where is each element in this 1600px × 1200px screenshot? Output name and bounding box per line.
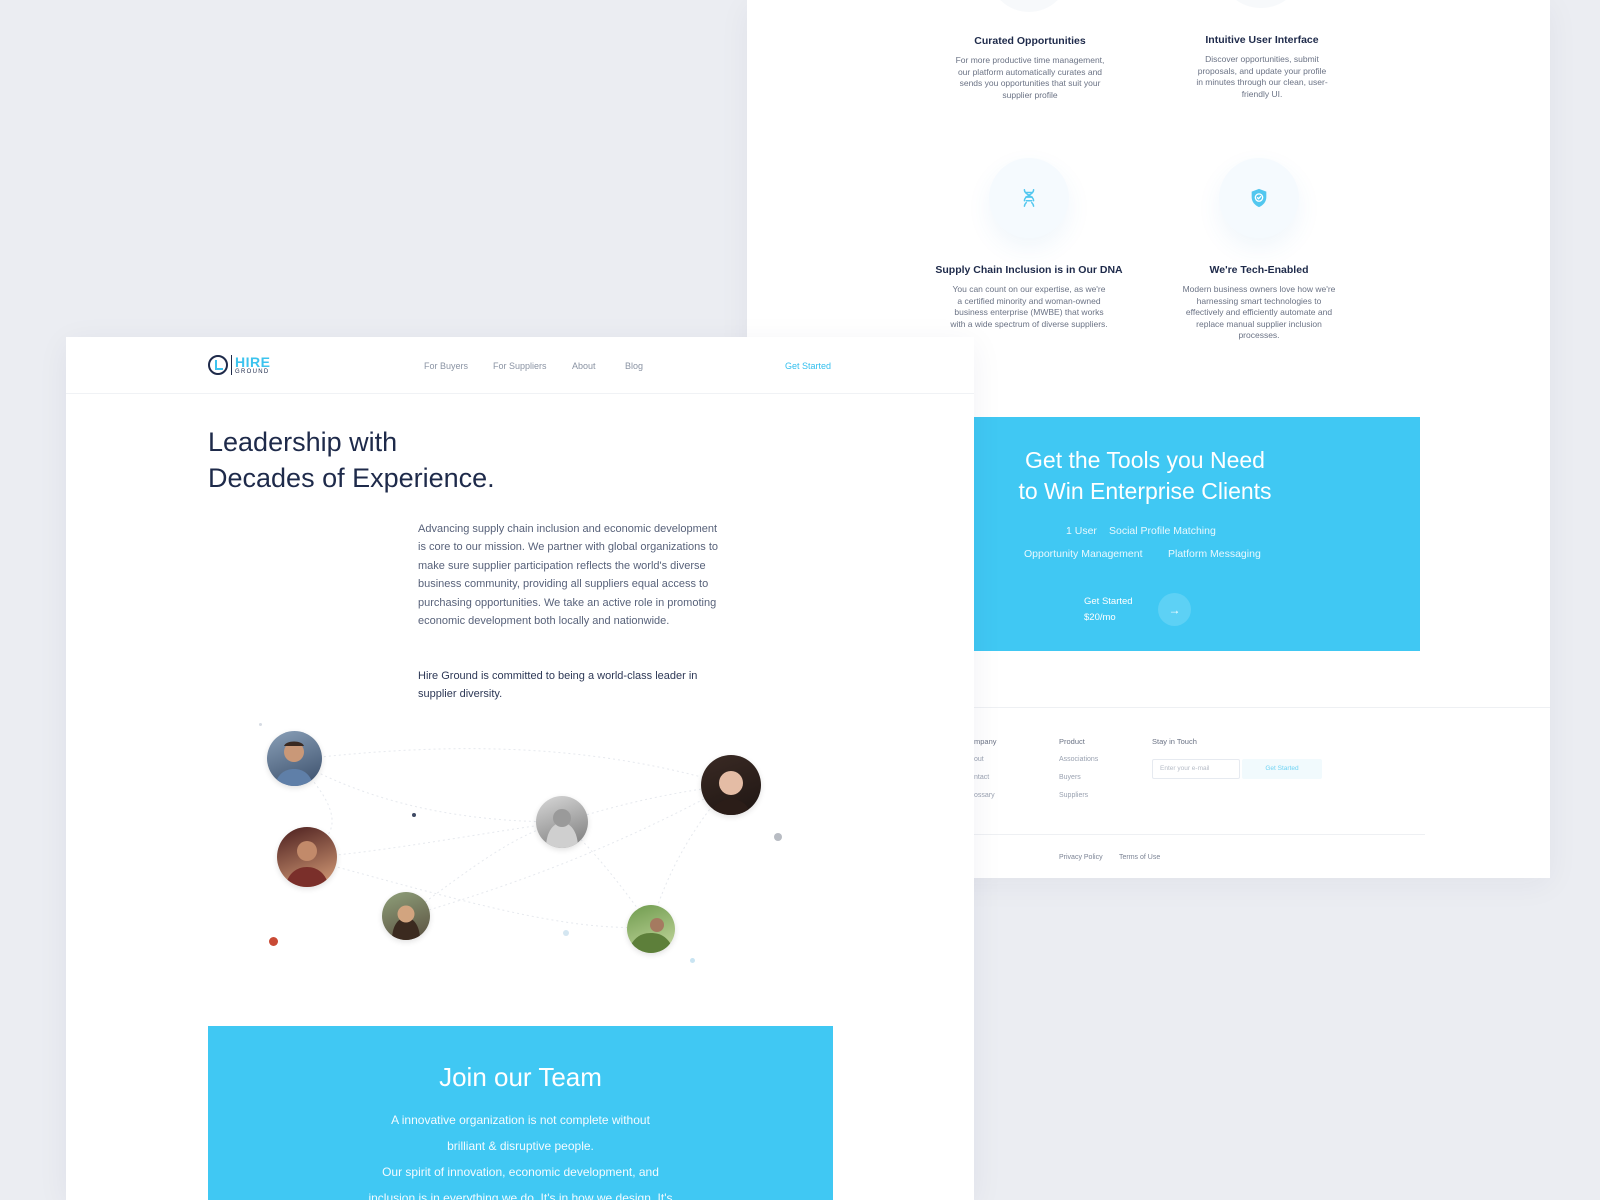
feature-title: Curated Opportunities [974, 35, 1086, 47]
cta-price: $20/mo [1084, 612, 1116, 623]
team-avatar [382, 892, 430, 940]
join-line: A innovative organization is not complet… [391, 1113, 650, 1127]
feature-title: Supply Chain Inclusion is in Our DNA [935, 264, 1123, 276]
cta-feature-item: Social Profile Matching [1109, 525, 1216, 537]
page-title-line: Decades of Experience. [208, 463, 495, 493]
feature-title: We're Tech-Enabled [1209, 264, 1309, 276]
arrow-right-icon[interactable]: → [1158, 593, 1191, 626]
network-node [259, 723, 262, 726]
join-line: brilliant & disruptive people. [447, 1139, 594, 1153]
page-title: Leadership with Decades of Experience. [208, 424, 495, 496]
nav-get-started-button[interactable]: Get Started [785, 361, 831, 371]
cta-feature-item: 1 User [1066, 525, 1097, 537]
feature-supply-chain-dna: Supply Chain Inclusion is in Our DNA You… [929, 158, 1129, 330]
footer-privacy-link[interactable]: Privacy Policy [1059, 854, 1103, 861]
footer-link[interactable]: ntact [974, 774, 989, 781]
join-text: Our spirit of innovation, economic devel… [208, 1159, 833, 1200]
hire-ground-logo[interactable]: HIRE GROUND [208, 355, 270, 375]
team-avatar [627, 905, 675, 953]
network-connections [293, 748, 731, 929]
feature-title: Intuitive User Interface [1205, 34, 1319, 46]
page-title-line: Leadership with [208, 427, 398, 457]
logo-wordmark: HIRE GROUND [235, 355, 270, 375]
shield-check-icon [1219, 158, 1299, 238]
team-network-graphic [66, 702, 974, 963]
team-avatar [267, 731, 322, 786]
join-line: Our spirit of innovation, economic devel… [382, 1165, 659, 1179]
footer-link-buyers[interactable]: Buyers [1059, 774, 1081, 781]
feature-text: Modern business owners love how we're ha… [1182, 284, 1336, 340]
join-title: Join our Team [439, 1062, 602, 1092]
about-commitment-text: Hire Ground is committed to being a worl… [418, 670, 698, 701]
about-body-text: Advancing supply chain inclusion and eco… [418, 523, 718, 628]
nav-link-blog[interactable]: Blog [625, 361, 643, 371]
join-team-banner: Join our Team A innovative organization … [208, 1026, 833, 1200]
network-node [690, 958, 695, 963]
cta-button-text[interactable]: Get Started [1084, 594, 1133, 610]
logo-mark-icon [208, 355, 228, 375]
cta-title: Get the Tools you Need to Win Enterprise… [974, 445, 1316, 507]
dna-icon [989, 158, 1069, 238]
feature-tech-enabled: We're Tech-Enabled Modern business owner… [1159, 158, 1359, 342]
team-avatar [701, 755, 761, 815]
footer-stay-title: Stay in Touch [1152, 737, 1197, 746]
nav-link-for-suppliers[interactable]: For Suppliers [493, 361, 547, 371]
network-node [269, 937, 278, 946]
logo-divider [231, 355, 232, 375]
pricing-cta-banner: Get the Tools you Need to Win Enterprise… [974, 417, 1420, 651]
cta-title-line: to Win Enterprise Clients [1018, 478, 1272, 504]
cta-title-line: Get the Tools you Need [1025, 447, 1265, 473]
newsletter-submit-button[interactable]: Get Started [1242, 759, 1322, 779]
footer-terms-link[interactable]: Terms of Use [1119, 854, 1160, 861]
feature-intuitive-ui: Intuitive User Interface Discover opport… [1162, 34, 1362, 100]
nav-link-about[interactable]: About [572, 361, 596, 371]
feature-curated-opportunities: Curated Opportunities For more productiv… [930, 35, 1130, 101]
cta-feature-item: Opportunity Management [1024, 548, 1143, 560]
team-avatar [277, 827, 337, 887]
join-line: inclusion is in everything we do. It's i… [368, 1191, 673, 1200]
network-node [563, 930, 569, 936]
footer-link[interactable]: ossary [974, 792, 995, 799]
logo-ground-text: GROUND [235, 369, 270, 375]
team-avatar [536, 796, 588, 848]
footer-product-title: Product [1059, 737, 1085, 746]
logo-hire-text: HIRE [235, 354, 271, 370]
network-node [412, 813, 416, 817]
footer-link-suppliers[interactable]: Suppliers [1059, 792, 1088, 799]
feature-text: Discover opportunities, submit proposals… [1196, 54, 1328, 99]
footer-divider [974, 707, 1550, 708]
top-nav: HIRE GROUND For Buyers For Suppliers Abo… [66, 337, 974, 394]
footer-link[interactable]: out [974, 756, 984, 763]
feature-text: For more productive time management, our… [955, 55, 1105, 100]
footer-divider [974, 834, 1425, 835]
newsletter-email-input[interactable]: Enter your e-mail [1152, 759, 1240, 779]
cta-get-started-label[interactable]: Get Started $20/mo [1084, 594, 1133, 626]
join-text: A innovative organization is not complet… [208, 1107, 833, 1159]
cta-feature-item: Platform Messaging [1168, 548, 1261, 560]
about-page-panel: HIRE GROUND For Buyers For Suppliers Abo… [66, 337, 974, 1200]
footer-company-title: mpany [974, 737, 997, 746]
feature-text: You can count on our expertise, as we're… [950, 284, 1108, 329]
network-node [774, 833, 782, 841]
nav-link-for-buyers[interactable]: For Buyers [424, 361, 468, 371]
footer-link-associations[interactable]: Associations [1059, 756, 1098, 763]
